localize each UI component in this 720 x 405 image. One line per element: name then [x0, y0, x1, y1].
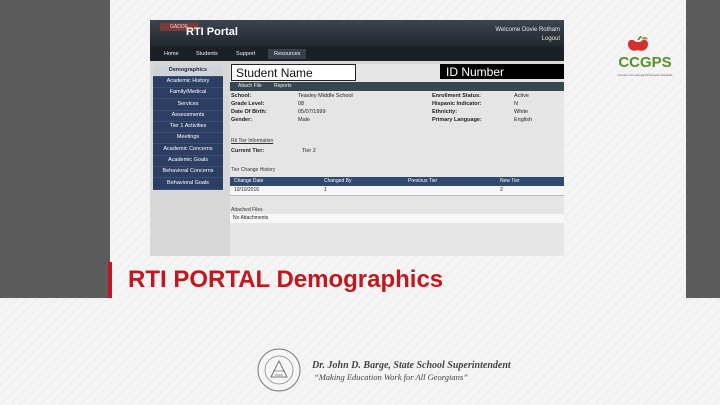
col-change-date: Change Date — [234, 178, 264, 184]
cell-changed-by: 1 — [324, 187, 327, 193]
no-attachments-text: No Attachments — [233, 215, 269, 221]
school-label: School: — [231, 93, 252, 99]
col-changed-by: Changed By — [324, 178, 352, 184]
reports-tab[interactable]: Reports — [270, 82, 296, 91]
language-value: English — [514, 117, 533, 123]
nav-tab-students[interactable]: Students — [190, 49, 224, 59]
col-previous-tier: Previous Tier — [408, 178, 438, 184]
id-number-overlay: ID Number — [440, 64, 564, 79]
slide-caption: RTI PORTAL Demographics — [128, 266, 444, 293]
current-tier-label: Current Tier: — [231, 148, 265, 154]
gender-value: Male — [298, 117, 310, 123]
sidebar-item-behavioral-concerns[interactable]: Behavioral Concerns — [153, 166, 223, 178]
school-value: Teasley Middle School — [298, 93, 353, 99]
department-seal-icon — [257, 348, 301, 392]
attached-files-row: No Attachments — [230, 214, 564, 223]
logout-link[interactable]: Logout — [542, 36, 560, 42]
dob-label: Date Of Birth: — [231, 109, 267, 115]
nav-tab-home[interactable]: Home — [158, 49, 185, 59]
attached-files-title: Attached Files — [231, 207, 263, 213]
ccgps-tagline: Common Core Georgia Performance Standard… — [618, 73, 674, 77]
enrollment-label: Enrollment Status: — [432, 93, 481, 99]
superintendent-name: Dr. John D. Barge, State School Superint… — [312, 360, 511, 371]
main-nav: Home Students Support Resources — [150, 47, 564, 61]
seal-text: DEPARTMENT OF EDUCATION — [256, 394, 257, 395]
sidebar-item-behavioral-goals[interactable]: Behavioral Goals — [153, 178, 223, 190]
attach-file-tab[interactable]: Attach File — [234, 82, 266, 91]
ccgps-letters: CCGPS — [618, 54, 671, 71]
gender-label: Gender: — [231, 117, 253, 123]
id-number-label: ID Number — [446, 65, 505, 79]
student-name-label: Student Name — [236, 66, 313, 80]
slide-gray-bar-right — [686, 0, 720, 298]
slide-gray-bar-left — [0, 0, 110, 298]
portal-banner: GADOE RTI Portal Welcome Dovie Rotham Lo… — [150, 20, 564, 47]
portal-title: RTI Portal — [186, 26, 238, 38]
nav-tab-support[interactable]: Support — [230, 49, 261, 59]
grade-label: Grade Level: — [231, 101, 265, 107]
col-new-tier: New Tier — [500, 178, 520, 184]
apple-icon — [628, 39, 648, 51]
current-tier-value: Tier 2 — [302, 148, 316, 154]
grade-value: 08 — [298, 101, 305, 107]
nav-tab-resources[interactable]: Resources — [268, 49, 307, 59]
superintendent-motto: “Making Education Work for All Georgians… — [314, 372, 468, 382]
welcome-text: Welcome Dovie Rotham — [495, 27, 560, 33]
tier-history-header: Change Date Changed By Previous Tier New… — [230, 177, 564, 186]
enrollment-value: Active — [514, 93, 529, 99]
ethnicity-label: Ethnicity: — [432, 109, 458, 115]
caption-red-accent — [108, 262, 112, 298]
sub-toolbar: Attach File Reports — [230, 82, 564, 91]
tier-info-link[interactable]: Rti Tier Information — [231, 138, 273, 144]
cell-change-date: 10/10/2016 — [234, 187, 260, 193]
sidebar-item-meetings[interactable]: Meetings — [153, 132, 223, 144]
hispanic-value: N — [514, 101, 518, 107]
ethnicity-value: White — [514, 109, 529, 115]
table-row: 10/10/2016 1 2 — [230, 186, 564, 196]
sidebar: Demographics Academic History Family/Med… — [153, 65, 223, 190]
hispanic-label: Hispanic Indicator: — [432, 101, 482, 107]
student-name-overlay: Student Name — [231, 64, 356, 81]
tier-history-title: Tier Change History — [231, 167, 276, 173]
rti-portal-screenshot: GADOE RTI Portal Welcome Dovie Rotham Lo… — [150, 20, 564, 256]
language-label: Primary Language: — [432, 117, 482, 123]
dob-value: 05/07/1999 — [298, 109, 326, 115]
cell-new-tier: 2 — [500, 187, 503, 193]
sidebar-item-family-medical[interactable]: Family/Medical — [153, 87, 223, 99]
ccgps-logo: CCGPS Common Core Georgia Performance St… — [618, 36, 674, 77]
